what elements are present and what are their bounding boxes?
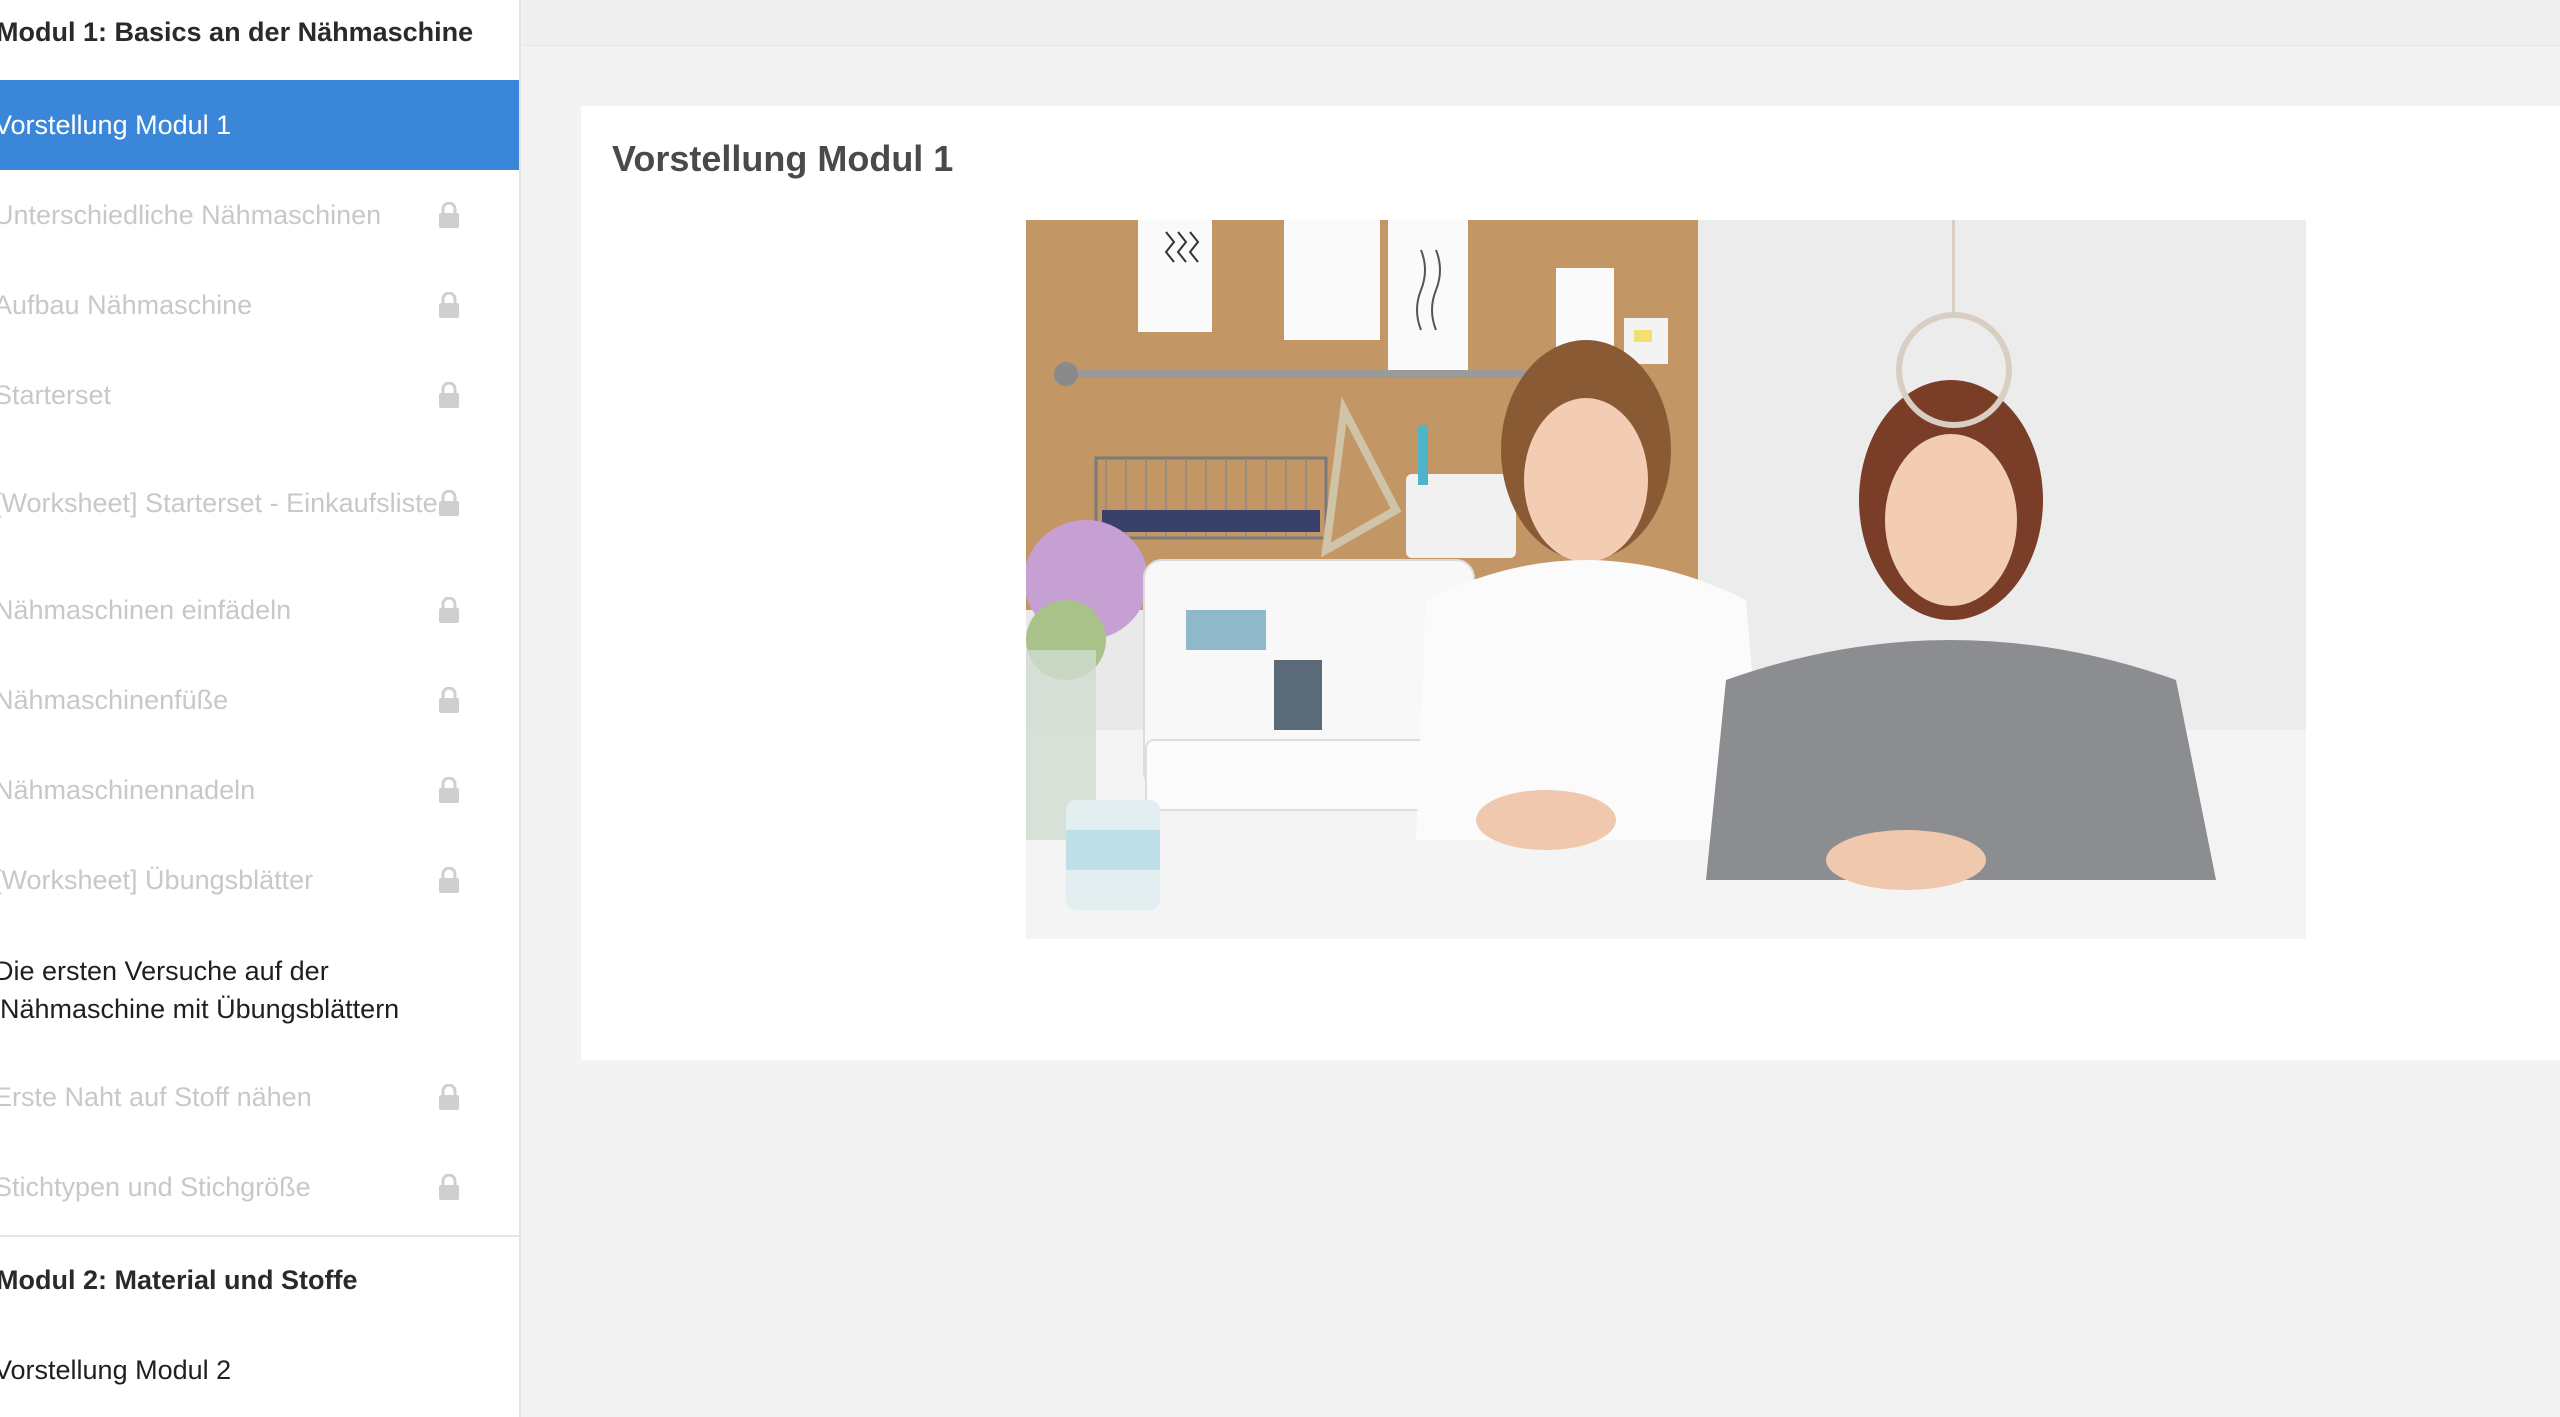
lock-icon	[439, 382, 459, 408]
lesson-label: Starterset	[0, 380, 112, 410]
lesson-label: Die ersten Versuche auf der Nähmaschine …	[0, 955, 400, 1024]
video-thumbnail	[1026, 220, 2306, 939]
lock-icon	[439, 490, 459, 516]
lesson-label: Nähmaschinennadeln	[0, 775, 256, 805]
lesson-label: Unterschiedliche Nähmaschinen	[0, 200, 382, 230]
lock-icon	[439, 1084, 459, 1110]
lesson-label: [Worksheet] Übungsblätter	[0, 865, 314, 895]
lesson-label: Stichtypen und Stichgröße	[0, 1172, 311, 1202]
lesson-title: Vorstellung Modul 1	[612, 138, 954, 179]
lesson-vorstellung-modul-1[interactable]: Vorstellung Modul 1	[0, 80, 519, 170]
lesson-erste-naht[interactable]: Erste Naht auf Stoff nähen	[0, 1052, 519, 1142]
lesson-label: Nähmaschinenfüße	[0, 685, 229, 715]
lesson-label: Erste Naht auf Stoff nähen	[0, 1082, 312, 1112]
course-sidebar: Modul 1: Basics an der Nähmaschine Vorst…	[0, 0, 521, 1417]
top-bar	[523, 0, 2560, 46]
lesson-naehmaschinennadeln[interactable]: Nähmaschinennadeln	[0, 745, 519, 835]
lesson-erste-versuche[interactable]: Die ersten Versuche auf der Nähmaschine …	[0, 942, 519, 1037]
lock-icon	[439, 292, 459, 318]
module-divider	[0, 1235, 519, 1237]
lesson-naehmaschinen-einfaedeln[interactable]: Nähmaschinen einfädeln	[0, 565, 519, 655]
lesson-unterschiedliche-naehmaschinen[interactable]: Unterschiedliche Nähmaschinen	[0, 170, 519, 260]
module-2-title: Modul 2: Material und Stoffe	[0, 1265, 358, 1295]
lesson-starterset[interactable]: Starterset	[0, 350, 519, 440]
lock-icon	[439, 597, 459, 623]
lock-icon	[439, 867, 459, 893]
lesson-label: [Worksheet] Starterset - Einkaufsliste	[0, 487, 438, 518]
lock-icon	[439, 777, 459, 803]
lesson-stichtypen[interactable]: Stichtypen und Stichgröße	[0, 1142, 519, 1232]
lock-icon	[439, 687, 459, 713]
module-1-title: Modul 1: Basics an der Nähmaschine	[0, 17, 474, 47]
lesson-video[interactable]	[1026, 220, 2306, 939]
lesson-worksheet-uebungsblaetter[interactable]: [Worksheet] Übungsblätter	[0, 835, 519, 925]
lesson-naehmaschinenfuesse[interactable]: Nähmaschinenfüße	[0, 655, 519, 745]
lock-icon	[439, 202, 459, 228]
lesson-label: Vorstellung Modul 1	[0, 110, 232, 140]
lesson-vorstellung-modul-2[interactable]: Vorstellung Modul 2	[0, 1325, 519, 1415]
lesson-label: Nähmaschinen einfädeln	[0, 595, 292, 625]
lesson-label: Vorstellung Modul 2	[0, 1355, 232, 1385]
lesson-worksheet-starterset[interactable]: [Worksheet] Starterset - Einkaufsliste	[0, 455, 519, 550]
lock-icon	[439, 1174, 459, 1200]
lesson-content-card: Vorstellung Modul 1	[581, 106, 2560, 1060]
lesson-label: Aufbau Nähmaschine	[0, 290, 253, 320]
lesson-aufbau-naehmaschine[interactable]: Aufbau Nähmaschine	[0, 260, 519, 350]
